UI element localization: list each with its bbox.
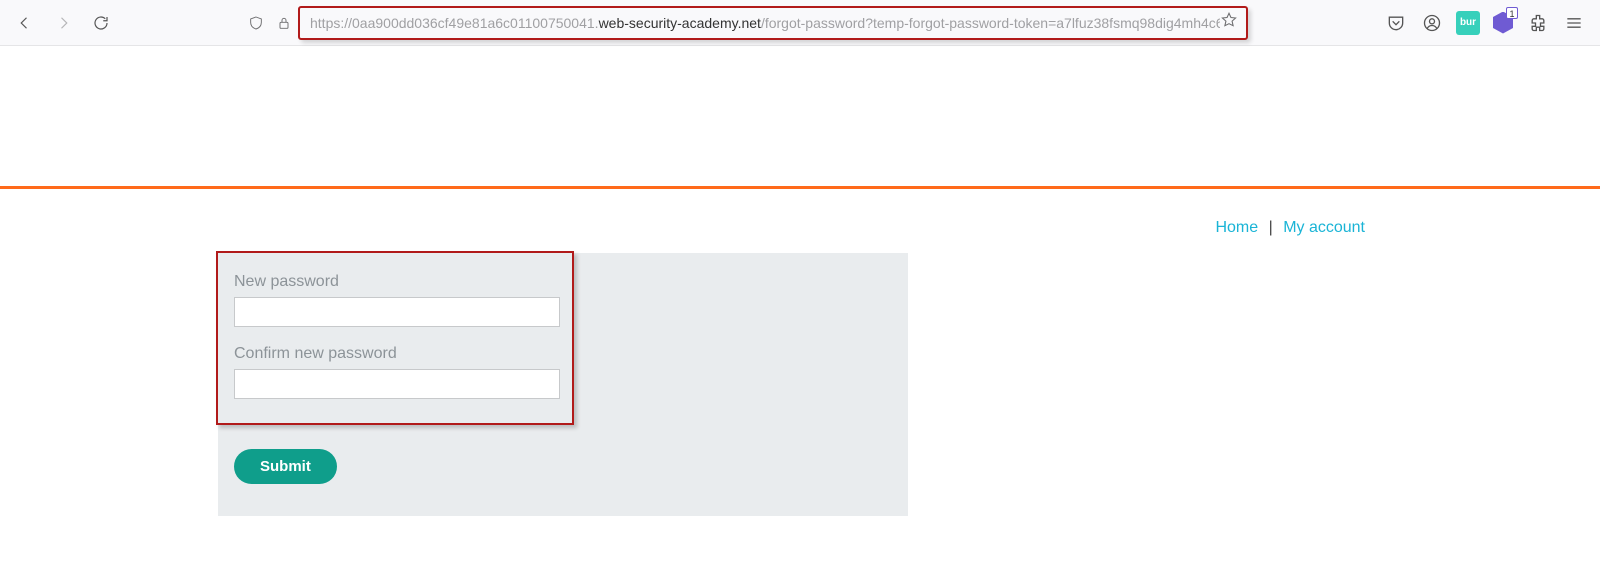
submit-button[interactable]: Submit: [234, 449, 337, 484]
confirm-password-label: Confirm new password: [234, 345, 556, 363]
account-icon[interactable]: [1420, 11, 1444, 35]
arrow-right-icon: [54, 14, 72, 32]
reset-password-panel: New password Confirm new password Submit: [218, 253, 908, 516]
new-password-label: New password: [234, 273, 556, 291]
extension-badge: 1: [1506, 7, 1518, 19]
browser-toolbar: https://0aa900dd036cf49e81a6c01100750041…: [0, 0, 1600, 46]
address-bar-text: https://0aa900dd036cf49e81a6c01100750041…: [310, 15, 1220, 31]
address-bar[interactable]: https://0aa900dd036cf49e81a6c01100750041…: [298, 6, 1248, 40]
url-suffix: /forgot-password?temp-forgot-password-to…: [761, 15, 1220, 31]
lock-icon[interactable]: [274, 13, 294, 33]
reset-password-form-highlight: New password Confirm new password: [216, 251, 574, 425]
url-domain: web-security-academy.net: [599, 15, 761, 31]
toolbar-right: bur 1: [1384, 11, 1592, 35]
back-button[interactable]: [8, 6, 42, 40]
purple-hex-extension-icon[interactable]: 1: [1492, 11, 1514, 35]
pocket-icon[interactable]: [1384, 11, 1408, 35]
burp-extension-label: bur: [1456, 11, 1480, 35]
nav-my-account-link[interactable]: My account: [1283, 219, 1365, 236]
confirm-password-input[interactable]: [234, 369, 560, 399]
reload-button[interactable]: [84, 6, 118, 40]
extensions-icon[interactable]: [1526, 11, 1550, 35]
address-left-icons: [246, 13, 294, 33]
forward-button[interactable]: [46, 6, 80, 40]
nav-home-link[interactable]: Home: [1215, 219, 1258, 236]
shield-icon[interactable]: [246, 13, 266, 33]
new-password-input[interactable]: [234, 297, 560, 327]
header-divider: [0, 186, 1600, 189]
reload-icon: [92, 14, 110, 32]
nav-separator: |: [1269, 219, 1273, 236]
burp-extension-icon[interactable]: bur: [1456, 11, 1480, 35]
url-prefix: https://0aa900dd036cf49e81a6c01100750041…: [310, 15, 599, 31]
arrow-left-icon: [16, 14, 34, 32]
app-menu-icon[interactable]: [1562, 11, 1586, 35]
bookmark-star-icon[interactable]: [1220, 11, 1238, 34]
site-nav: Home | My account: [235, 219, 1365, 237]
